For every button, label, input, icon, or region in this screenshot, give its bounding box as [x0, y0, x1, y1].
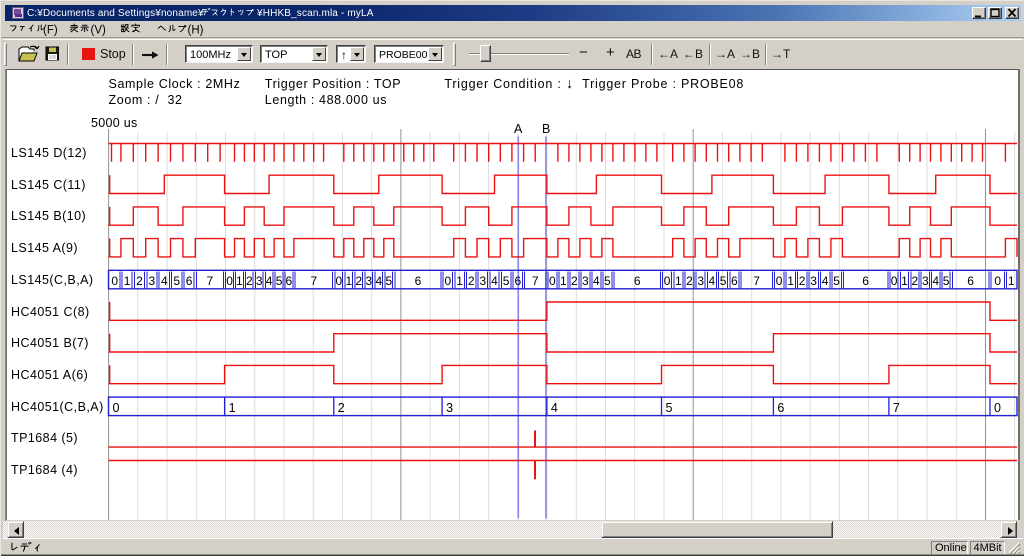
svg-text:0: 0	[994, 401, 1001, 415]
svg-text:2: 2	[799, 274, 806, 288]
svg-text:6: 6	[777, 401, 784, 415]
svg-text:7: 7	[311, 274, 318, 288]
svg-text:0: 0	[113, 401, 120, 415]
svg-text:1: 1	[901, 274, 908, 288]
svg-text:6: 6	[634, 274, 641, 288]
svg-text:2: 2	[355, 274, 362, 288]
svg-text:0: 0	[226, 274, 233, 288]
svg-text:1: 1	[560, 274, 567, 288]
svg-text:4: 4	[491, 274, 498, 288]
svg-text:4: 4	[375, 274, 382, 288]
svg-text:7: 7	[753, 274, 760, 288]
svg-text:2: 2	[136, 274, 143, 288]
svg-text:3: 3	[365, 274, 372, 288]
svg-text:6: 6	[967, 274, 974, 288]
svg-text:1: 1	[229, 401, 236, 415]
svg-text:4: 4	[161, 274, 168, 288]
svg-text:3: 3	[582, 274, 589, 288]
svg-text:7: 7	[532, 274, 539, 288]
svg-text:3: 3	[922, 274, 929, 288]
svg-text:4: 4	[266, 274, 273, 288]
svg-text:6: 6	[186, 274, 193, 288]
svg-text:2: 2	[571, 274, 578, 288]
svg-text:6: 6	[415, 274, 422, 288]
svg-text:0: 0	[335, 274, 342, 288]
svg-text:7: 7	[893, 401, 900, 415]
svg-text:5: 5	[385, 274, 392, 288]
svg-text:7: 7	[207, 274, 214, 288]
svg-text:6: 6	[514, 274, 521, 288]
svg-text:0: 0	[776, 274, 783, 288]
svg-text:5: 5	[604, 274, 611, 288]
svg-text:3: 3	[479, 274, 486, 288]
svg-text:3: 3	[149, 274, 156, 288]
svg-text:5: 5	[173, 274, 180, 288]
svg-text:6: 6	[862, 274, 869, 288]
svg-text:4: 4	[593, 274, 600, 288]
svg-text:4: 4	[822, 274, 829, 288]
svg-text:1: 1	[345, 274, 352, 288]
svg-text:2: 2	[468, 274, 475, 288]
svg-text:5: 5	[943, 274, 950, 288]
svg-text:4: 4	[709, 274, 716, 288]
svg-text:2: 2	[686, 274, 693, 288]
svg-text:0: 0	[111, 274, 118, 288]
svg-text:1: 1	[675, 274, 682, 288]
svg-text:5: 5	[666, 401, 673, 415]
svg-text:0: 0	[549, 274, 556, 288]
svg-text:2: 2	[912, 274, 919, 288]
svg-text:5: 5	[276, 274, 283, 288]
svg-text:5: 5	[503, 274, 510, 288]
svg-text:6: 6	[286, 274, 293, 288]
svg-text:1: 1	[1008, 274, 1015, 288]
svg-text:5: 5	[833, 274, 840, 288]
svg-text:4: 4	[551, 401, 558, 415]
svg-text:5: 5	[720, 274, 727, 288]
svg-text:3: 3	[446, 401, 453, 415]
svg-text:1: 1	[124, 274, 131, 288]
svg-text:2: 2	[246, 274, 253, 288]
svg-text:1: 1	[456, 274, 463, 288]
svg-text:3: 3	[810, 274, 817, 288]
svg-text:0: 0	[891, 274, 898, 288]
svg-text:1: 1	[787, 274, 794, 288]
svg-text:3: 3	[256, 274, 263, 288]
svg-text:0: 0	[664, 274, 671, 288]
svg-text:2: 2	[338, 401, 345, 415]
svg-text:0: 0	[445, 274, 452, 288]
svg-text:4: 4	[932, 274, 939, 288]
svg-text:3: 3	[697, 274, 704, 288]
svg-text:6: 6	[731, 274, 738, 288]
svg-text:0: 0	[994, 274, 1001, 288]
svg-text:1: 1	[236, 274, 243, 288]
